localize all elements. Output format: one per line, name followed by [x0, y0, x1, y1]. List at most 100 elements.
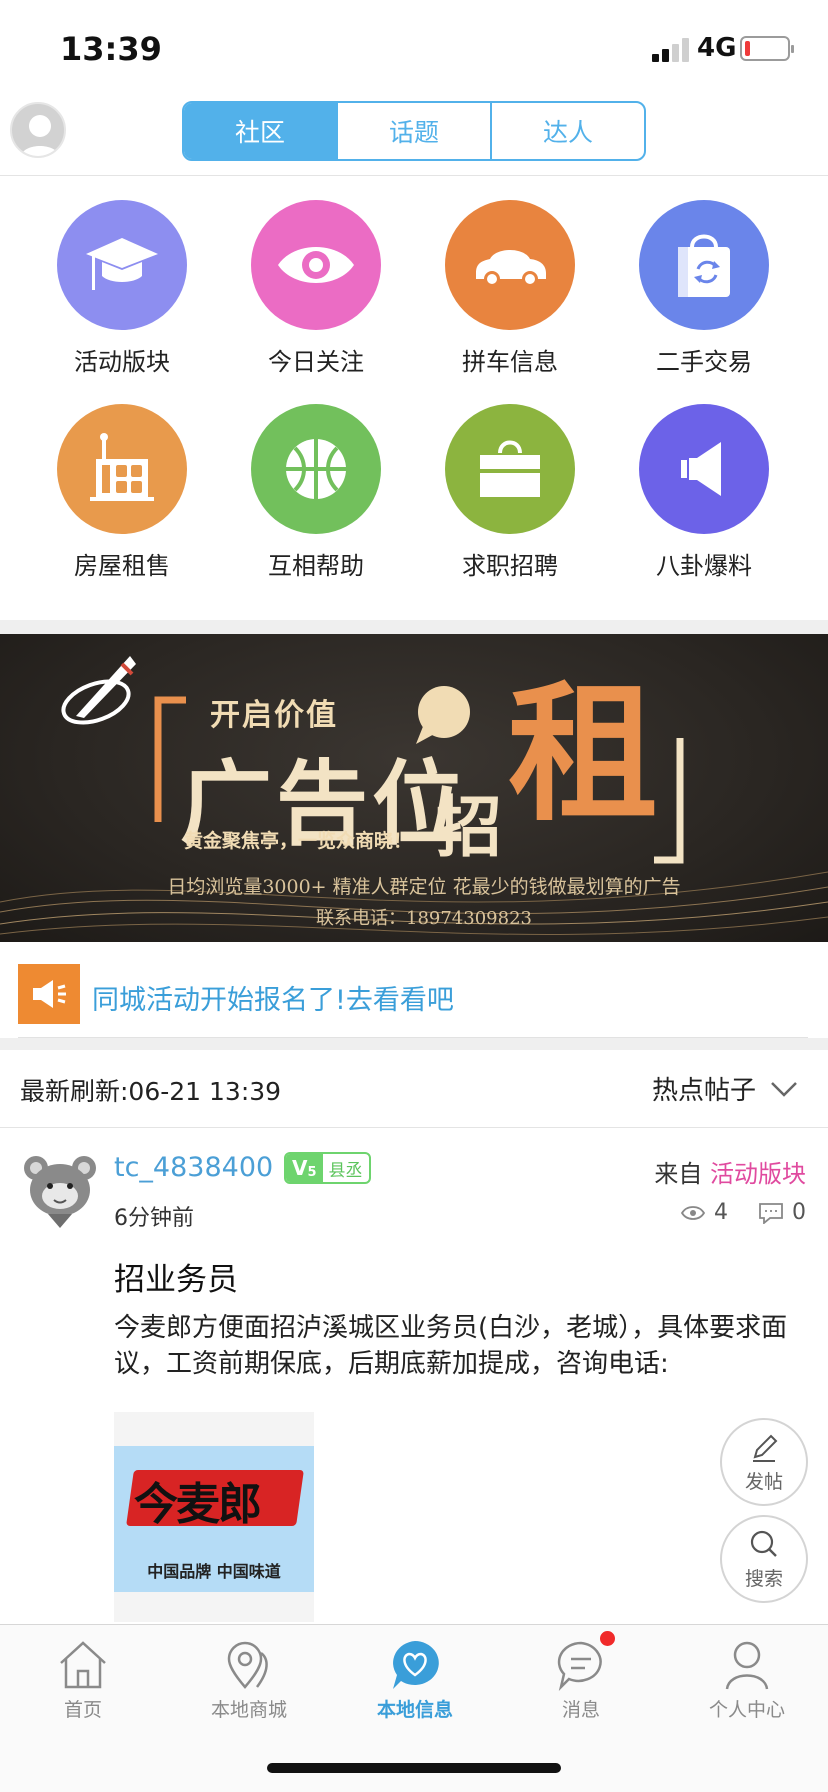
tab-label: 个人中心: [708, 1699, 785, 1721]
brand-image: 今麦郎 中国品牌 中国味道: [114, 1446, 314, 1592]
search-label: 搜索: [744, 1567, 783, 1590]
segment-control: 社区 话题 达人: [182, 101, 646, 161]
tab-experts[interactable]: 达人: [490, 103, 644, 159]
last-refresh-label: 最新刷新:06-21 13:39: [20, 1077, 282, 1106]
post-stats: 4 0: [680, 1200, 806, 1225]
section-divider: [0, 620, 828, 634]
tab-profile[interactable]: 个人中心: [664, 1637, 828, 1737]
level-v: V 5: [286, 1154, 323, 1182]
signal-icon: [652, 38, 690, 62]
source-section-link[interactable]: 活动版块: [710, 1160, 806, 1188]
tab-label: 本地商城: [210, 1699, 287, 1721]
category-secondhand[interactable]: 二手交易: [607, 200, 801, 377]
post-image[interactable]: 今麦郎 中国品牌 中国味道: [114, 1412, 314, 1622]
status-time: 13:39: [60, 30, 162, 68]
category-label: 二手交易: [656, 348, 752, 376]
tab-home[interactable]: 首页: [0, 1637, 166, 1737]
level-number: 5: [307, 1164, 317, 1180]
brand-tagline: 中国品牌 中国味道: [147, 1562, 281, 1581]
comment-count: 0: [792, 1200, 806, 1225]
unread-badge: [600, 1631, 615, 1646]
post-card[interactable]: tc_4838400 V 5 县丞 来自 活动版块 6分钟前 4 0 招业务员 …: [0, 1130, 828, 1625]
person-icon: [725, 1641, 769, 1690]
banner-small-title: 开启价值: [210, 698, 338, 733]
hot-posts-label: 热点帖子: [651, 1076, 756, 1106]
speaker-icon: [18, 964, 80, 1024]
banner-zhao: 招: [436, 789, 502, 866]
briefcase-bag-icon: [445, 404, 575, 534]
section-divider: [0, 1038, 828, 1050]
user-avatar[interactable]: [10, 102, 66, 158]
category-housing[interactable]: 房屋租售: [25, 404, 219, 581]
battery-icon: [740, 36, 794, 61]
search-icon: [750, 1530, 777, 1557]
refresh-row: 最新刷新:06-21 13:39 热点帖子: [0, 1052, 828, 1128]
eye-icon: [680, 1205, 706, 1220]
ad-banner[interactable]: 开启价值 广告位 招 租 黄金聚焦亭，一览众商晓！ 日均浏览量3000+ 精准人…: [0, 634, 828, 942]
category-grid: 活动版块 今日关注 拼车信息 二手交易 房屋租售 互相帮助 求职招聘 八卦爆料: [0, 180, 828, 781]
eye-icon: [251, 200, 381, 330]
category-mutual-help[interactable]: 互相帮助: [219, 404, 413, 581]
home-indicator[interactable]: [267, 1763, 561, 1773]
bear-avatar-icon[interactable]: [20, 1150, 100, 1230]
tab-community[interactable]: 社区: [184, 103, 336, 159]
post-title: 招业务员: [114, 1262, 238, 1298]
status-bar: 13:39 4G: [0, 0, 828, 96]
basketball-icon: [251, 404, 381, 534]
post-source: 来自 活动版块: [654, 1154, 806, 1189]
shopping-bag-exchange-icon: [639, 200, 769, 330]
category-label: 活动版块: [74, 348, 170, 376]
view-count: 4: [714, 1200, 728, 1225]
megaphone-icon: [639, 404, 769, 534]
tab-topics[interactable]: 话题: [336, 103, 490, 159]
message-icon: [557, 1641, 602, 1691]
comment-icon: [759, 1202, 783, 1224]
category-label: 互相帮助: [268, 552, 364, 580]
post-username: tc_4838400: [114, 1152, 274, 1183]
category-carpool[interactable]: 拼车信息: [413, 200, 607, 377]
post-body: 今麦郎方便面招泸溪城区业务员(白沙，老城），具体要求面议，工资前期保底，后期底薪…: [114, 1313, 788, 1379]
banner-slogan: 黄金聚焦亭，一览众商晓！: [184, 830, 413, 852]
search-button[interactable]: 搜索: [720, 1515, 808, 1603]
post-time: 6分钟前: [114, 1206, 194, 1231]
announcement-text: 同城活动开始报名了!去看看吧: [92, 985, 454, 1016]
tab-messages[interactable]: 消息: [498, 1637, 664, 1737]
category-activity[interactable]: 活动版块: [25, 200, 219, 377]
graduation-cap-icon: [57, 200, 187, 330]
pencil-icon: [753, 1434, 778, 1462]
source-prefix: 来自: [654, 1160, 703, 1188]
map-pin-icon: [227, 1641, 268, 1689]
new-post-label: 发帖: [744, 1470, 783, 1493]
home-icon: [60, 1641, 106, 1689]
heart-chat-icon: [393, 1641, 439, 1689]
logo-quill-icon: [61, 656, 136, 725]
tab-local-info[interactable]: 本地信息: [332, 1637, 498, 1737]
hot-posts-dropdown[interactable]: 热点帖子: [652, 1070, 798, 1107]
category-label: 房屋租售: [74, 552, 170, 580]
building-icon: [57, 404, 187, 534]
default-avatar-icon: [20, 115, 60, 156]
top-header: 社区 话题 达人: [0, 96, 828, 176]
user-level-badge: V 5 县丞: [284, 1152, 371, 1184]
tab-local-mall[interactable]: 本地商城: [166, 1637, 332, 1737]
category-label: 八卦爆料: [656, 552, 752, 580]
banner-zu: 租: [508, 668, 659, 842]
category-jobs[interactable]: 求职招聘: [413, 404, 607, 581]
category-today-focus[interactable]: 今日关注: [219, 200, 413, 377]
tab-label: 首页: [63, 1699, 102, 1721]
car-icon: [445, 200, 575, 330]
category-gossip[interactable]: 八卦爆料: [607, 404, 801, 581]
brand-logo-text: 今麦郎: [134, 1479, 262, 1530]
network-type: 4G: [697, 33, 737, 63]
tab-label: 消息: [561, 1699, 600, 1721]
banner-description: 日均浏览量3000+ 精准人群定位 花最少的钱做最划算的广告: [167, 876, 681, 898]
new-post-button[interactable]: 发帖: [720, 1418, 808, 1506]
category-label: 拼车信息: [462, 348, 558, 376]
level-letter: V: [292, 1156, 308, 1180]
category-label: 今日关注: [268, 348, 364, 376]
level-title: 县丞: [328, 1160, 363, 1181]
banner-phone: 联系电话：18974309823: [316, 908, 532, 929]
chevron-down-icon: [771, 1081, 797, 1097]
announcement-bar[interactable]: 同城活动开始报名了!去看看吧: [0, 952, 828, 1038]
tab-label: 本地信息: [376, 1699, 453, 1721]
